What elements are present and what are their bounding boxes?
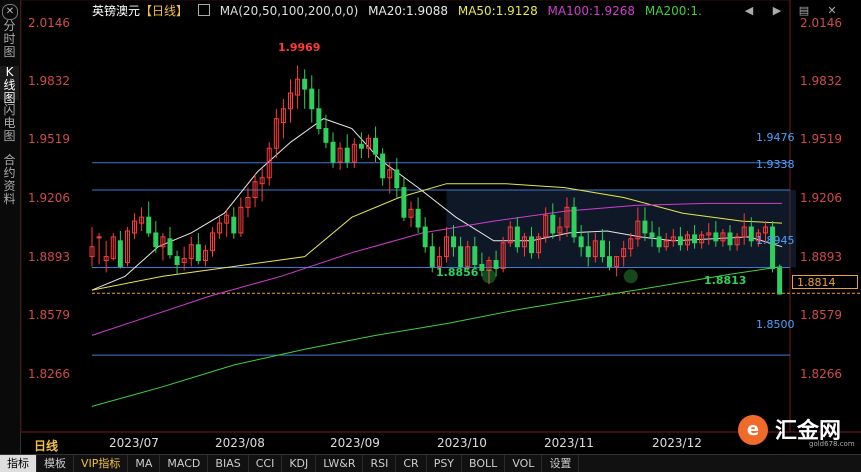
candle-body bbox=[195, 244, 201, 262]
candle-body bbox=[578, 236, 584, 248]
candle-body bbox=[607, 256, 612, 267]
candle-body bbox=[415, 208, 421, 228]
x-tick: 2023/10 bbox=[437, 436, 487, 450]
logo-mark-icon: e bbox=[738, 415, 768, 445]
candle-body bbox=[692, 234, 698, 244]
candle-body bbox=[429, 246, 435, 267]
high-annotation: 1.9969 bbox=[278, 41, 321, 54]
tab-template[interactable]: 模板 bbox=[37, 455, 74, 472]
candle-body bbox=[571, 206, 577, 238]
candle-body bbox=[550, 214, 556, 234]
candle-body bbox=[394, 169, 400, 189]
candle-body bbox=[174, 256, 180, 265]
candle-body bbox=[330, 141, 336, 163]
x-tick: 2023/07 bbox=[109, 436, 159, 450]
candle-body bbox=[231, 216, 237, 234]
y-tick-right: 1.9519 bbox=[800, 132, 842, 146]
x-tick: 2023/11 bbox=[544, 436, 594, 450]
candle-body bbox=[514, 226, 520, 248]
tab-ma[interactable]: MA bbox=[128, 455, 161, 472]
x-tick: 2023/12 bbox=[652, 436, 702, 450]
indicator-tab-bar: 指标 模板 VIP指标 MA MACD BIAS CCI KDJ LW&R RSI CR PSY BOL… bbox=[0, 454, 861, 472]
current-price-flag: 1.8814 bbox=[792, 275, 858, 289]
y-tick-left: 1.9832 bbox=[28, 74, 70, 88]
candle-body bbox=[146, 216, 152, 234]
y-tick-left: 1.8893 bbox=[28, 250, 70, 264]
candle-body bbox=[585, 246, 591, 258]
candle-body bbox=[656, 236, 662, 248]
y-tick-right: 1.8893 bbox=[800, 250, 842, 264]
period-label[interactable]: 日线 bbox=[34, 437, 58, 454]
y-tick-left: 1.9519 bbox=[28, 132, 70, 146]
x-tick: 2023/08 bbox=[215, 436, 265, 450]
candle-body bbox=[380, 153, 386, 179]
tab-bias[interactable]: BIAS bbox=[208, 455, 249, 472]
level-label: 1.9476 bbox=[756, 131, 795, 144]
tab-boll[interactable]: BOLL bbox=[462, 455, 506, 472]
tab-kdj[interactable]: KDJ bbox=[282, 455, 317, 472]
candle-body bbox=[117, 240, 123, 267]
candle-body bbox=[493, 260, 499, 269]
tab-vol[interactable]: VOL bbox=[505, 455, 543, 472]
candle-body bbox=[727, 232, 733, 246]
candle-body bbox=[479, 263, 485, 271]
candle-body bbox=[529, 236, 535, 254]
y-tick-right: 1.8579 bbox=[800, 308, 842, 322]
tab-cci[interactable]: CCI bbox=[249, 455, 283, 472]
candle-body bbox=[358, 143, 364, 149]
tab-settings[interactable]: 设置 bbox=[542, 455, 580, 472]
tab-macd[interactable]: MACD bbox=[160, 455, 209, 472]
candle-body bbox=[599, 240, 605, 258]
last-annotation: 1.8813 bbox=[704, 274, 747, 287]
ma200-line bbox=[91, 266, 783, 407]
candle-body bbox=[323, 127, 329, 143]
brand-logo: e 汇金网 gold678.com bbox=[735, 411, 857, 451]
candle-body bbox=[153, 232, 159, 248]
y-tick-left: 1.8579 bbox=[28, 308, 70, 322]
kline-chart[interactable] bbox=[0, 0, 861, 454]
candle-body bbox=[316, 108, 322, 129]
tab-vip-indicators[interactable]: VIP指标 bbox=[74, 455, 129, 472]
tab-rsi[interactable]: RSI bbox=[363, 455, 397, 472]
level-label: 1.8500 bbox=[756, 318, 795, 331]
y-tick-left: 1.8266 bbox=[28, 367, 70, 381]
candle-body bbox=[713, 232, 719, 242]
y-tick-right: 2.0146 bbox=[800, 16, 842, 30]
tab-cr[interactable]: CR bbox=[396, 455, 427, 472]
candle-body bbox=[96, 236, 102, 239]
low-marker bbox=[623, 269, 638, 284]
candle-body bbox=[458, 246, 464, 267]
candle-body bbox=[748, 226, 754, 242]
candle-body bbox=[373, 137, 379, 155]
candle-body bbox=[642, 220, 648, 234]
level-label: 1.9338 bbox=[756, 158, 795, 171]
logo-url: gold678.com bbox=[809, 440, 855, 448]
candle-body bbox=[777, 267, 783, 295]
tab-lwr[interactable]: LW&R bbox=[316, 455, 364, 472]
candle-body bbox=[422, 226, 428, 248]
candle-body bbox=[302, 78, 308, 90]
low-marker bbox=[481, 269, 496, 284]
candle-body bbox=[309, 88, 315, 110]
y-tick-right: 1.9206 bbox=[800, 191, 842, 205]
candle-body bbox=[167, 238, 173, 256]
candle-body bbox=[677, 236, 683, 246]
level-label: 1.8945 bbox=[756, 234, 795, 247]
candle-body bbox=[649, 232, 655, 238]
tab-indicators[interactable]: 指标 bbox=[0, 455, 37, 472]
candle-body bbox=[451, 236, 457, 248]
tab-psy[interactable]: PSY bbox=[427, 455, 463, 472]
y-tick-right: 1.8266 bbox=[800, 367, 842, 381]
y-tick-right: 1.9832 bbox=[800, 74, 842, 88]
candle-body bbox=[344, 147, 350, 163]
y-tick-left: 1.9206 bbox=[28, 191, 70, 205]
candle-body bbox=[401, 187, 407, 218]
low-annotation: 1.8856 bbox=[436, 266, 479, 279]
y-tick-left: 2.0146 bbox=[28, 16, 70, 30]
candle-body bbox=[472, 246, 478, 265]
x-tick: 2023/09 bbox=[330, 436, 380, 450]
